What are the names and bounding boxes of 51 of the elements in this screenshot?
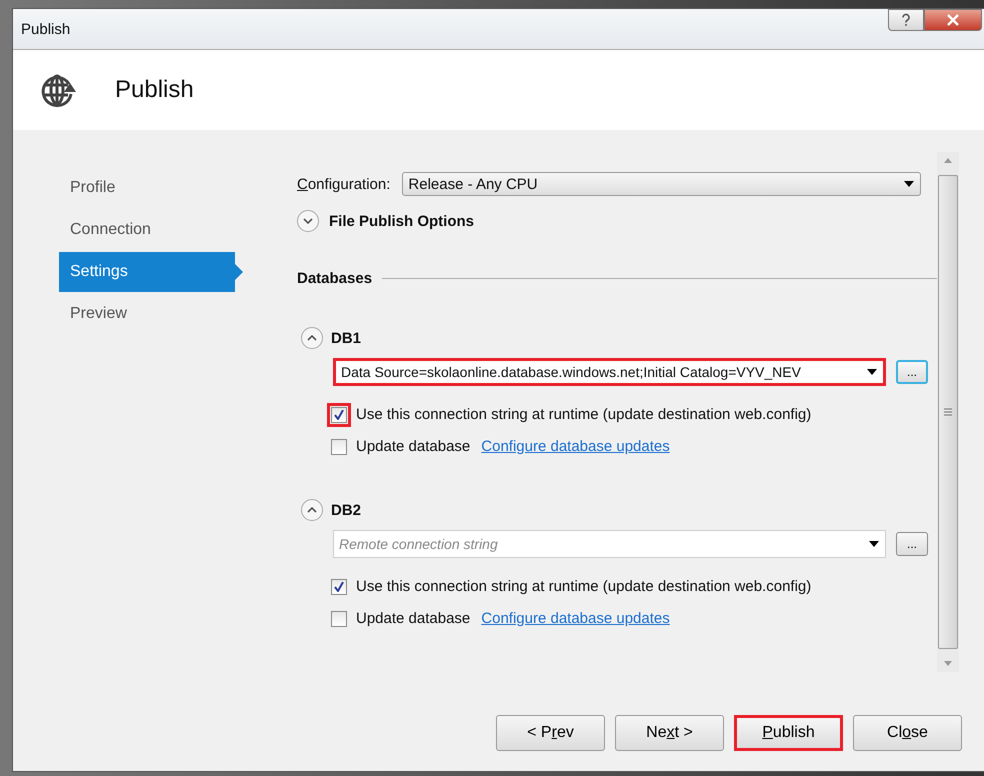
- nav-item[interactable]: Settings: [59, 252, 243, 292]
- scrollbar[interactable]: [937, 152, 959, 672]
- window-title: Publish: [21, 20, 70, 38]
- dialog-button[interactable]: Publish: [734, 715, 843, 751]
- close-button[interactable]: [924, 9, 982, 31]
- chevron-icon: [307, 335, 317, 341]
- chevron-icon: [303, 218, 313, 224]
- checkbox-label: Use this connection string at runtime (update destination web.config): [356, 406, 812, 423]
- collapse-button[interactable]: [301, 327, 323, 349]
- help-button[interactable]: [888, 9, 924, 31]
- checkbox[interactable]: [331, 610, 347, 626]
- collapse-button[interactable]: [301, 499, 323, 521]
- checkbox-label: Update database: [356, 438, 470, 455]
- dialog-button[interactable]: Close: [853, 715, 962, 751]
- configure-link[interactable]: Configure database updates: [481, 438, 670, 455]
- configuration-dropdown[interactable]: Release - Any CPU: [402, 172, 922, 196]
- browse-button[interactable]: ...: [896, 360, 928, 384]
- scroll-up-icon: [944, 158, 952, 163]
- dialog-button[interactable]: < Prev: [496, 715, 605, 751]
- dialog-button[interactable]: Next >: [615, 715, 724, 751]
- nav-item[interactable]: Connection: [59, 210, 243, 250]
- page-title: Publish: [115, 76, 194, 104]
- dropdown-arrow-icon: [867, 369, 877, 375]
- checkbox[interactable]: [331, 578, 347, 594]
- dropdown-arrow-icon: [869, 541, 879, 547]
- connection-string-field[interactable]: Remote connection string: [333, 530, 886, 558]
- globe-arrow-icon: [41, 72, 77, 108]
- grip-icon: [944, 408, 952, 416]
- nav-item[interactable]: Preview: [59, 294, 243, 334]
- database-name: DB2: [331, 502, 362, 518]
- dropdown-arrow-icon: [904, 181, 914, 187]
- checkbox[interactable]: [331, 438, 347, 454]
- scroll-down-icon: [944, 661, 952, 666]
- chevron-icon: [307, 507, 317, 513]
- database-name: DB1: [331, 330, 362, 346]
- configure-link[interactable]: Configure database updates: [481, 610, 670, 627]
- check-icon: [334, 582, 344, 592]
- configuration-label: Configuration:: [297, 176, 390, 192]
- check-icon: [334, 410, 344, 420]
- checkbox-label: Use this connection string at runtime (update destination web.config): [356, 578, 812, 595]
- checkbox[interactable]: [331, 406, 347, 422]
- help-icon: [900, 13, 912, 27]
- close-icon: [946, 14, 960, 26]
- section-title: File Publish Options: [329, 212, 474, 230]
- checkbox-label: Update database: [356, 610, 470, 627]
- browse-button[interactable]: ...: [896, 532, 928, 556]
- expand-button[interactable]: [297, 210, 319, 232]
- connection-string-field[interactable]: Data Source=skolaonline.database.windows.net;Initial Catalog=VYV_NEV: [333, 358, 886, 386]
- nav-item[interactable]: Profile: [59, 168, 243, 208]
- scroll-thumb[interactable]: [938, 175, 958, 649]
- section-heading: Databases: [297, 270, 372, 287]
